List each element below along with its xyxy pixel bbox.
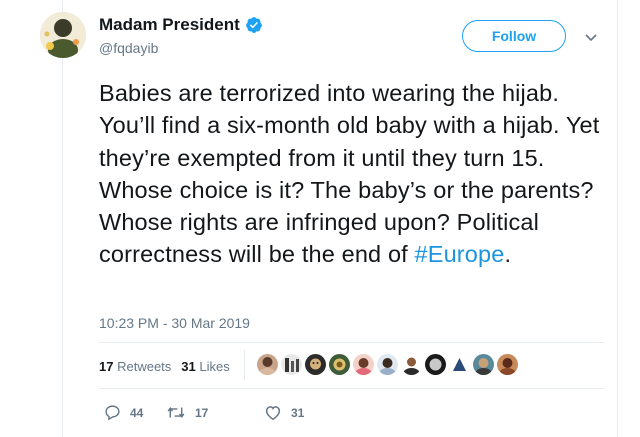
likes-label: Likes: [199, 359, 230, 374]
chevron-down-icon[interactable]: [584, 30, 598, 42]
likes-stat[interactable]: 31 Likes: [181, 359, 229, 374]
liker-avatar[interactable]: [473, 354, 494, 375]
divider: [99, 342, 604, 343]
reply-count: 44: [130, 405, 144, 420]
follow-button[interactable]: Follow: [462, 20, 566, 52]
retweets-stat[interactable]: 17 Retweets: [99, 359, 171, 374]
liker-avatar[interactable]: [497, 354, 518, 375]
right-border: [617, 0, 618, 437]
liker-avatar[interactable]: [377, 354, 398, 375]
reply-button[interactable]: 44: [104, 404, 166, 421]
divider: [99, 388, 604, 389]
author-avatar[interactable]: [40, 12, 86, 58]
verified-badge-icon: [245, 16, 263, 34]
liker-avatar[interactable]: [425, 354, 446, 375]
liker-avatar[interactable]: [353, 354, 374, 375]
tweet-timestamp[interactable]: 10:23 PM - 30 Mar 2019: [99, 315, 250, 331]
like-button[interactable]: 31: [264, 404, 304, 421]
retweet-icon: [167, 407, 185, 418]
left-border: [62, 0, 63, 437]
tweet-stats: 17 Retweets 31 Likes: [99, 359, 230, 374]
retweet-button[interactable]: 17: [166, 404, 264, 421]
author-handle[interactable]: @fqdayib: [99, 40, 158, 56]
liker-avatar[interactable]: [257, 354, 278, 375]
like-count: 31: [291, 405, 305, 420]
retweet-count: 17: [195, 405, 209, 420]
liker-avatar[interactable]: [449, 354, 470, 375]
stats-separator: [244, 350, 245, 380]
retweets-label: Retweets: [117, 359, 172, 374]
retweets-count: 17: [99, 359, 114, 374]
likes-count: 31: [181, 359, 196, 374]
liker-avatar[interactable]: [305, 354, 326, 375]
liker-avatar[interactable]: [281, 354, 302, 375]
liker-avatar[interactable]: [329, 354, 350, 375]
author-display-name[interactable]: Madam President: [99, 15, 240, 35]
tweet-text: Babies are terrorized into wearing the h…: [99, 77, 604, 271]
tweet-trailing: .: [504, 241, 512, 268]
reply-icon: [105, 405, 120, 421]
hashtag-link[interactable]: #Europe: [415, 241, 505, 267]
heart-icon: [265, 406, 281, 421]
liker-avatar[interactable]: [401, 354, 422, 375]
liker-avatars: [257, 354, 518, 375]
tweet-body: Babies are terrorized into wearing the h…: [99, 80, 600, 268]
tweet-actions: 44 17 31: [104, 404, 304, 421]
author-name-row[interactable]: Madam President: [99, 15, 263, 35]
